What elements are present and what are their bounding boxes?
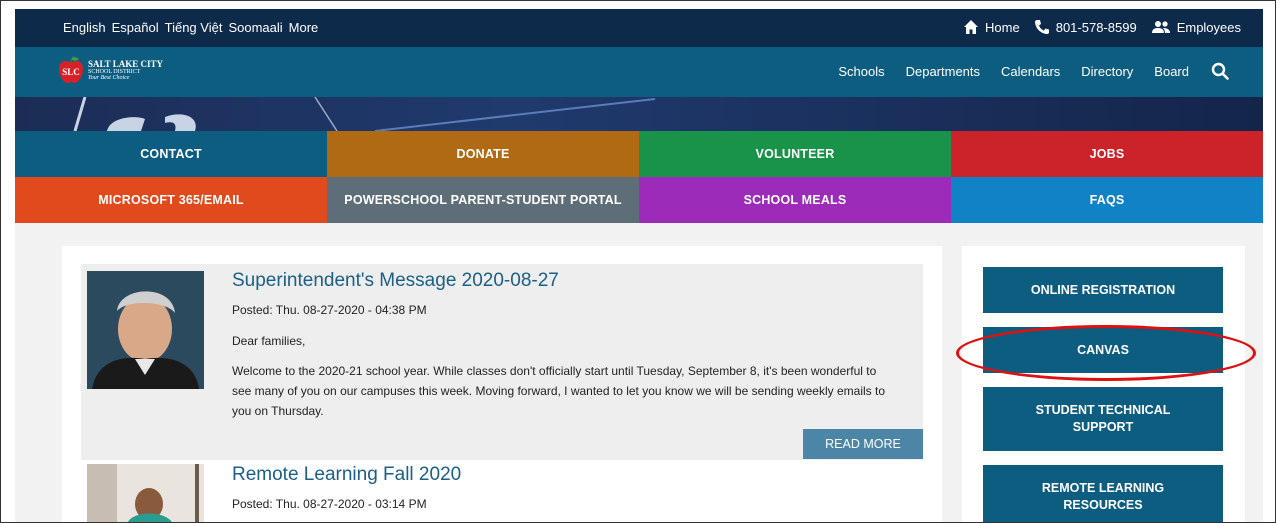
phone-icon	[1034, 20, 1049, 34]
remote-learning-photo	[87, 464, 204, 522]
district-logo[interactable]: SLC SALT LAKE CITY SCHOOL DISTRICT Your …	[57, 55, 163, 85]
tile-contact[interactable]: CONTACT	[15, 131, 327, 177]
nav-departments[interactable]: Departments	[906, 64, 980, 79]
button-label: RESOURCES	[1063, 498, 1143, 512]
employees-link[interactable]: Employees	[1151, 19, 1241, 35]
logo-line1: SALT LAKE CITY	[88, 58, 164, 69]
main-nav: SLC SALT LAKE CITY SCHOOL DISTRICT Your …	[15, 47, 1263, 97]
lang-more[interactable]: More	[289, 20, 319, 35]
tile-jobs[interactable]: JOBS	[951, 131, 1263, 177]
tile-faqs[interactable]: FAQS	[951, 177, 1263, 223]
tile-donate[interactable]: DONATE	[327, 131, 639, 177]
button-label: STUDENT TECHNICAL	[1035, 403, 1171, 417]
banner-graphic	[73, 97, 656, 131]
lang-vietnamese[interactable]: Tiếng Việt	[165, 20, 223, 35]
remote-learning-resources-button[interactable]: REMOTE LEARNING RESOURCES	[983, 465, 1223, 522]
post-body-line: see many of you on our campuses this wee…	[232, 384, 885, 398]
logo-line3: Your Best Choice	[88, 74, 130, 81]
utility-links: Home 801-578-8599 Employees	[949, 19, 1241, 35]
nav-links: Schools Departments Calendars Directory …	[838, 64, 1189, 79]
post-title-2[interactable]: Remote Learning Fall 2020	[232, 464, 461, 486]
lang-espanol[interactable]: Español	[112, 20, 159, 35]
tile-powerschool[interactable]: POWERSCHOOL PARENT-STUDENT PORTAL	[327, 177, 639, 223]
home-label: Home	[985, 19, 1020, 35]
nav-directory[interactable]: Directory	[1081, 64, 1133, 79]
post-date: Posted: Thu. 08-27-2020 - 04:38 PM	[232, 303, 427, 317]
post-title[interactable]: Superintendent's Message 2020-08-27	[232, 270, 559, 292]
home-icon	[964, 20, 979, 34]
button-label: CANVAS	[1077, 342, 1129, 357]
post-body: Welcome to the 2020-21 school year. Whil…	[232, 361, 912, 421]
logo-text: SALT LAKE CITY SCHOOL DISTRICT Your Best…	[88, 58, 164, 81]
button-label: ONLINE REGISTRATION	[1030, 282, 1176, 297]
home-link[interactable]: Home	[963, 19, 1020, 35]
tile-volunteer[interactable]: VOLUNTEER	[639, 131, 951, 177]
read-more-button[interactable]: READ MORE	[803, 429, 923, 459]
phone-link[interactable]: 801-578-8599	[1034, 19, 1137, 35]
employees-label: Employees	[1176, 19, 1241, 35]
language-menu: English Español Tiếng Việt Soomaali More	[63, 20, 318, 35]
page-frame: English Español Tiếng Việt Soomaali More…	[0, 0, 1276, 523]
utility-bar: English Español Tiếng Việt Soomaali More…	[15, 9, 1263, 47]
news-post-2	[81, 460, 923, 522]
nav-schools[interactable]: Schools	[838, 64, 884, 79]
apple-logo-icon: SLC	[59, 55, 83, 84]
post-date-2: Posted: Thu. 08-27-2020 - 03:14 PM	[232, 497, 427, 511]
lang-english[interactable]: English	[63, 20, 106, 35]
lang-somali[interactable]: Soomaali	[228, 20, 282, 35]
button-label: REMOTE LEARNING	[1041, 481, 1165, 495]
button-label: SUPPORT	[1072, 420, 1134, 434]
post-body-line: Welcome to the 2020-21 school year. Whil…	[232, 364, 877, 378]
svg-text:SLC: SLC	[62, 67, 80, 77]
tile-microsoft-365[interactable]: MICROSOFT 365/EMAIL	[15, 177, 327, 223]
phone-number: 801-578-8599	[1055, 19, 1137, 35]
nav-calendars[interactable]: Calendars	[1001, 64, 1060, 79]
people-icon	[1151, 21, 1170, 33]
superintendent-photo	[87, 271, 204, 389]
search-icon[interactable]	[1211, 62, 1229, 80]
tile-school-meals[interactable]: SCHOOL MEALS	[639, 177, 951, 223]
post-greeting: Dear families,	[232, 334, 306, 348]
online-registration-button[interactable]: ONLINE REGISTRATION	[983, 267, 1223, 313]
quick-links-grid: CONTACT DONATE VOLUNTEER JOBS MICROSOFT …	[15, 131, 1263, 223]
canvas-button[interactable]: CANVAS	[983, 327, 1223, 373]
hero-banner	[15, 97, 1263, 131]
nav-board[interactable]: Board	[1154, 64, 1189, 79]
student-technical-support-button[interactable]: STUDENT TECHNICAL SUPPORT	[983, 387, 1223, 451]
post-body-line: you on Thursday.	[232, 404, 324, 418]
